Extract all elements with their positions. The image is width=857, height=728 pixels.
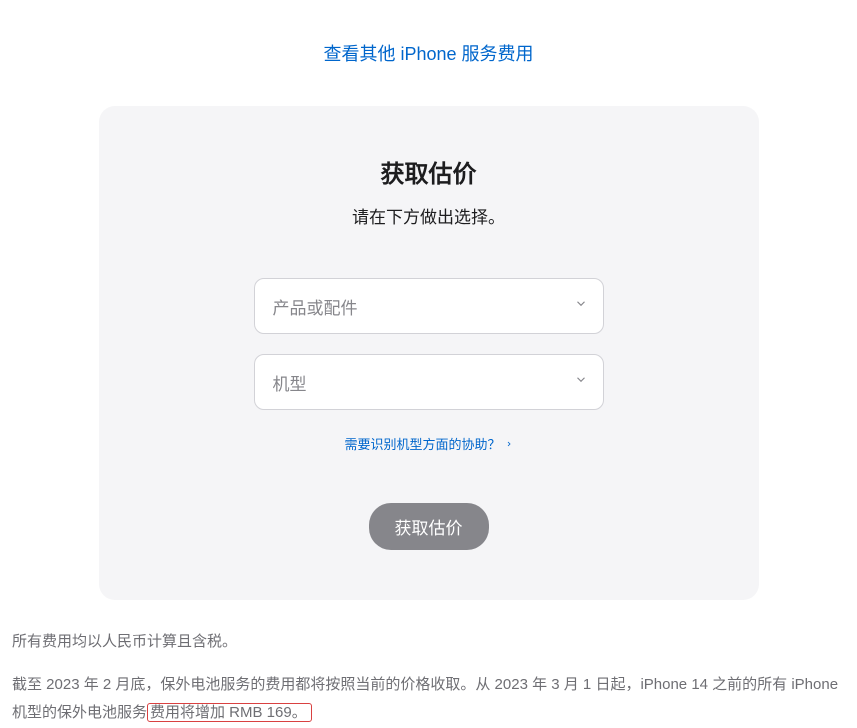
footer-line-2: 截至 2023 年 2 月底，保外电池服务的费用都将按照当前的价格收取。从 20… — [12, 671, 845, 728]
view-other-services-link[interactable]: 查看其他 iPhone 服务费用 — [323, 44, 533, 64]
price-increase-highlight: 费用将增加 RMB 169。 — [147, 703, 312, 722]
model-select[interactable]: 机型 — [254, 354, 604, 410]
estimate-card: 获取估价 请在下方做出选择。 产品或配件 机型 需要识别机型方面的协助？ — [99, 106, 759, 600]
card-subtitle: 请在下方做出选择。 — [159, 203, 699, 228]
product-select-placeholder: 产品或配件 — [273, 294, 358, 319]
card-title: 获取估价 — [159, 154, 699, 189]
product-select-wrapper: 产品或配件 — [254, 278, 604, 334]
chevron-right-icon — [505, 436, 513, 451]
model-select-wrapper: 机型 — [254, 354, 604, 410]
footer-line-2-text: 截至 2023 年 2 月底，保外电池服务的费用都将按照当前的价格收取。从 20… — [12, 676, 838, 722]
identify-model-help-link[interactable]: 需要识别机型方面的协助？ — [344, 434, 512, 453]
footer-text: 所有费用均以人民币计算且含税。 截至 2023 年 2 月底，保外电池服务的费用… — [0, 600, 857, 728]
get-estimate-button[interactable]: 获取估价 — [369, 503, 489, 550]
top-link-wrapper: 查看其他 iPhone 服务费用 — [0, 40, 857, 66]
product-select[interactable]: 产品或配件 — [254, 278, 604, 334]
footer-line-1: 所有费用均以人民币计算且含税。 — [12, 628, 845, 657]
help-link-label: 需要识别机型方面的协助？ — [344, 434, 500, 453]
model-select-placeholder: 机型 — [273, 370, 307, 395]
